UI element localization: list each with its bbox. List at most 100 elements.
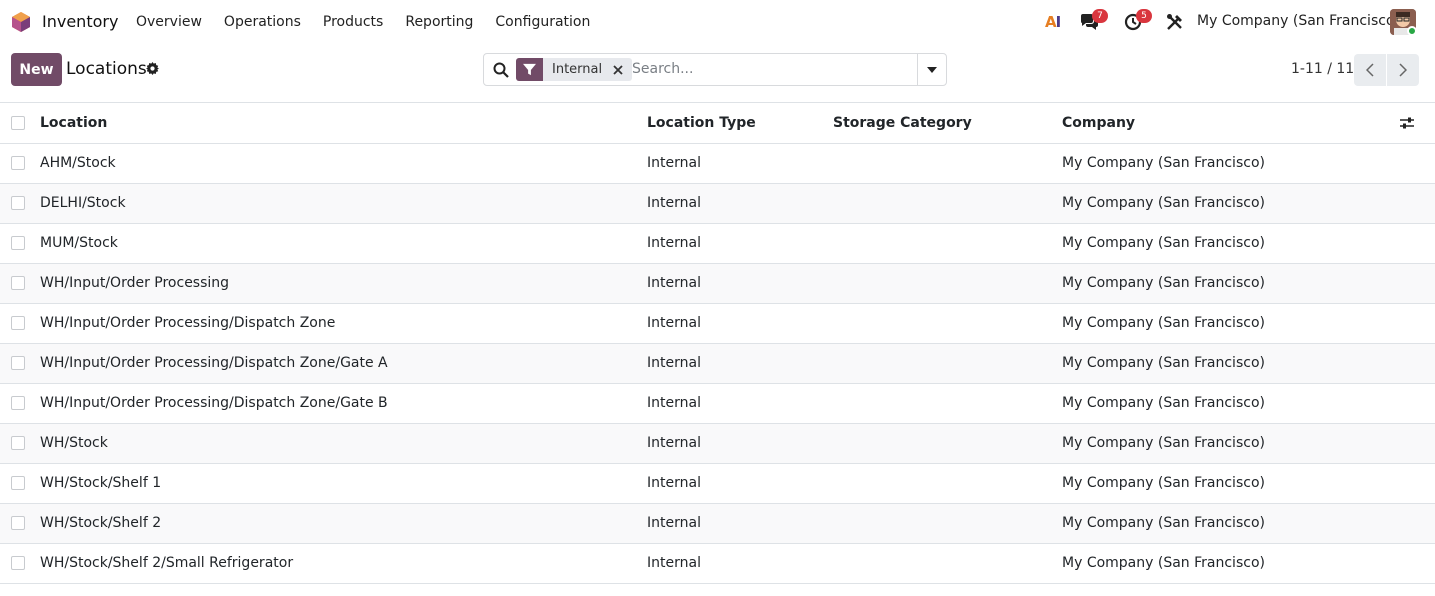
pager-previous-button[interactable] <box>1354 54 1386 86</box>
storage-category-cell[interactable] <box>833 423 1062 464</box>
location-cell[interactable]: WH/Input/Order Processing/Dispatch Zone/… <box>40 343 647 384</box>
menu-item-configuration[interactable]: Configuration <box>495 14 590 30</box>
column-header-storage-category[interactable]: Storage Category <box>833 103 1062 144</box>
location-type-cell[interactable]: Internal <box>647 543 833 584</box>
location-cell[interactable]: WH/Input/Order Processing/Dispatch Zone <box>40 303 647 344</box>
location-cell[interactable]: WH/Stock/Shelf 2/Small Refrigerator <box>40 543 647 584</box>
row-spacer-cell <box>1399 463 1435 504</box>
column-header-location[interactable]: Location <box>40 103 647 144</box>
search-options-toggle[interactable] <box>917 54 946 85</box>
row-checkbox[interactable] <box>11 396 25 410</box>
storage-category-cell[interactable] <box>833 383 1062 424</box>
row-checkbox[interactable] <box>11 356 25 370</box>
table-row[interactable]: WH/Input/Order Processing/Dispatch Zone I… <box>0 303 1435 344</box>
location-type-cell[interactable]: Internal <box>647 383 833 424</box>
menu-item-overview[interactable]: Overview <box>136 14 202 30</box>
storage-category-cell[interactable] <box>833 223 1062 264</box>
column-header-company[interactable]: Company <box>1062 103 1399 144</box>
storage-category-cell[interactable] <box>833 303 1062 344</box>
storage-category-cell[interactable] <box>833 343 1062 384</box>
table-row[interactable]: WH/Input/Order Processing/Dispatch Zone/… <box>0 383 1435 424</box>
location-cell[interactable]: WH/Stock/Shelf 1 <box>40 463 647 504</box>
location-type-cell[interactable]: Internal <box>647 143 833 184</box>
table-row[interactable]: WH/Stock/Shelf 1 Internal My Company (San … <box>0 463 1435 504</box>
location-cell[interactable]: WH/Stock <box>40 423 647 464</box>
storage-category-cell[interactable] <box>833 463 1062 504</box>
company-cell[interactable]: My Company (San Francisco) <box>1062 303 1399 344</box>
location-cell[interactable]: WH/Input/Order Processing/Dispatch Zone/… <box>40 383 647 424</box>
search-icon[interactable] <box>493 62 509 78</box>
storage-category-cell[interactable] <box>833 543 1062 584</box>
select-all-checkbox[interactable] <box>11 115 25 130</box>
app-name[interactable]: Inventory <box>42 12 118 31</box>
row-checkbox[interactable] <box>11 236 25 250</box>
storage-category-cell[interactable] <box>833 143 1062 184</box>
location-type-cell[interactable]: Internal <box>647 303 833 344</box>
company-cell[interactable]: My Company (San Francisco) <box>1062 463 1399 504</box>
table-row[interactable]: WH/Input/Order Processing Internal My Comp… <box>0 263 1435 304</box>
company-cell[interactable]: My Company (San Francisco) <box>1062 143 1399 184</box>
sliders-icon[interactable] <box>1399 116 1415 130</box>
company-cell[interactable]: My Company (San Francisco) <box>1062 223 1399 264</box>
storage-category-cell[interactable] <box>833 503 1062 544</box>
ai-icon-i: I <box>1055 13 1062 31</box>
table-row[interactable]: MUM/Stock Internal My Company (San Francis… <box>0 223 1435 264</box>
company-cell[interactable]: My Company (San Francisco) <box>1062 343 1399 384</box>
storage-category-cell[interactable] <box>833 183 1062 224</box>
company-cell[interactable]: My Company (San Francisco) <box>1062 503 1399 544</box>
location-type-cell[interactable]: Internal <box>647 343 833 384</box>
company-cell[interactable]: My Company (San Francisco) <box>1062 263 1399 304</box>
location-cell[interactable]: WH/Input/Order Processing <box>40 263 647 304</box>
row-select-cell <box>0 143 40 184</box>
filter-icon <box>516 58 543 81</box>
location-type-cell[interactable]: Internal <box>647 223 833 264</box>
new-button[interactable]: New <box>11 53 62 86</box>
storage-category-cell[interactable] <box>833 263 1062 304</box>
menu-item-operations[interactable]: Operations <box>224 14 301 30</box>
row-checkbox[interactable] <box>11 436 25 450</box>
table-row[interactable]: DELHI/Stock Internal My Company (San Franc… <box>0 183 1435 224</box>
row-checkbox[interactable] <box>11 556 25 570</box>
company-switcher[interactable]: My Company (San Francisco) <box>1197 13 1400 29</box>
company-cell[interactable]: My Company (San Francisco) <box>1062 423 1399 464</box>
table-row[interactable]: WH/Stock Internal My Company (San Francisc… <box>0 423 1435 464</box>
messages-badge: 7 <box>1092 9 1108 23</box>
table-row[interactable]: WH/Stock/Shelf 2 Internal My Company (San … <box>0 503 1435 544</box>
location-cell[interactable]: WH/Stock/Shelf 2 <box>40 503 647 544</box>
table-row[interactable]: WH/Stock/Shelf 2/Small Refrigerator Inter… <box>0 543 1435 584</box>
company-cell[interactable]: My Company (San Francisco) <box>1062 183 1399 224</box>
menu-item-products[interactable]: Products <box>323 14 383 30</box>
row-checkbox[interactable] <box>11 276 25 290</box>
table-row[interactable]: WH/Input/Order Processing/Dispatch Zone/… <box>0 343 1435 384</box>
location-cell[interactable]: AHM/Stock <box>40 143 647 184</box>
table-row[interactable]: AHM/Stock Internal My Company (San Francis… <box>0 143 1435 184</box>
row-spacer-cell <box>1399 383 1435 424</box>
optional-columns-cell <box>1399 103 1435 144</box>
ai-icon[interactable]: AI <box>1045 13 1062 31</box>
gear-icon[interactable] <box>146 62 159 75</box>
column-header-location-type[interactable]: Location Type <box>647 103 833 144</box>
location-type-cell[interactable]: Internal <box>647 263 833 304</box>
search-input[interactable] <box>632 61 912 77</box>
row-checkbox[interactable] <box>11 516 25 530</box>
row-checkbox[interactable] <box>11 196 25 210</box>
company-cell[interactable]: My Company (San Francisco) <box>1062 543 1399 584</box>
row-checkbox[interactable] <box>11 316 25 330</box>
location-type-cell[interactable]: Internal <box>647 183 833 224</box>
close-icon[interactable] <box>610 58 626 81</box>
row-checkbox[interactable] <box>11 476 25 490</box>
chevron-left-icon <box>1366 63 1374 77</box>
odoo-app-icon[interactable] <box>11 12 31 32</box>
row-checkbox[interactable] <box>11 156 25 170</box>
page-title: Locations <box>66 59 147 79</box>
company-cell[interactable]: My Company (San Francisco) <box>1062 383 1399 424</box>
tools-icon[interactable] <box>1166 13 1184 31</box>
pager-value[interactable]: 1-11 / 11 <box>1291 61 1354 77</box>
menu-item-reporting[interactable]: Reporting <box>405 14 473 30</box>
location-type-cell[interactable]: Internal <box>647 423 833 464</box>
location-cell[interactable]: DELHI/Stock <box>40 183 647 224</box>
pager-next-button[interactable] <box>1387 54 1419 86</box>
location-cell[interactable]: MUM/Stock <box>40 223 647 264</box>
location-type-cell[interactable]: Internal <box>647 463 833 504</box>
location-type-cell[interactable]: Internal <box>647 503 833 544</box>
